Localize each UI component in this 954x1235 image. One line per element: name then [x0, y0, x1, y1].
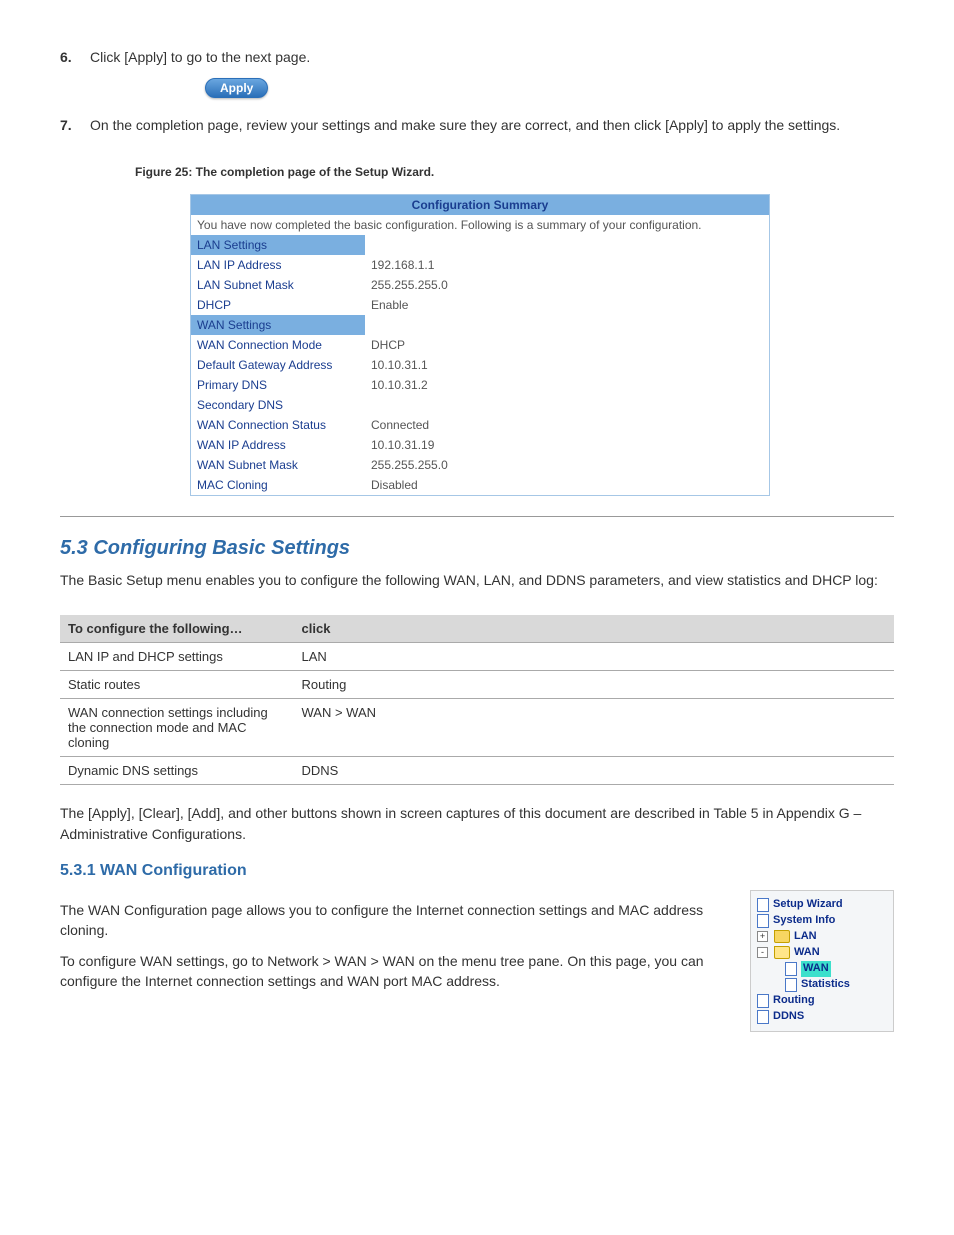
button-note: The [Apply], [Clear], [Add], and other b…	[60, 803, 894, 844]
wan-paragraph-2: To configure WAN settings, go to Network…	[60, 951, 750, 992]
mac-value: Disabled	[365, 475, 770, 496]
table-row: Dynamic DNS settingsDDNS	[60, 757, 894, 785]
page-icon	[757, 914, 769, 928]
tree-item-routing[interactable]: Routing	[757, 993, 887, 1009]
tree-item-lan[interactable]: +LAN	[757, 929, 887, 945]
step-6: 6. Click [Apply] to go to the next page.	[60, 48, 894, 68]
step-text: On the completion page, review your sett…	[90, 116, 894, 136]
tree-item-wan[interactable]: -WAN	[757, 945, 887, 961]
pdns-label: Primary DNS	[191, 375, 366, 395]
table-head-2: click	[294, 615, 894, 643]
pdns-value: 10.10.31.2	[365, 375, 770, 395]
summary-intro: You have now completed the basic configu…	[191, 215, 770, 235]
action-table: To configure the following… click LAN IP…	[60, 615, 894, 785]
step-text: Click [Apply] to go to the next page.	[90, 48, 894, 68]
folder-icon	[774, 930, 790, 943]
mac-label: MAC Cloning	[191, 475, 366, 496]
section-heading: 5.3 Configuring Basic Settings	[60, 537, 894, 560]
wan-ip-label: WAN IP Address	[191, 435, 366, 455]
dhcp-value: Enable	[365, 295, 770, 315]
section-intro: The Basic Setup menu enables you to conf…	[60, 570, 894, 590]
subsection-heading: 5.3.1 WAN Configuration	[60, 862, 894, 880]
wan-mask-value: 255.255.255.0	[365, 455, 770, 475]
wan-mask-label: WAN Subnet Mask	[191, 455, 366, 475]
wan-mode-value: DHCP	[365, 335, 770, 355]
step-number: 7.	[60, 116, 90, 136]
page-icon	[757, 1010, 769, 1024]
lan-ip-label: LAN IP Address	[191, 255, 366, 275]
tree-item-wan-sub[interactable]: WAN	[757, 961, 887, 977]
sdns-value	[365, 395, 770, 415]
tree-item-sysinfo[interactable]: System Info	[757, 913, 887, 929]
tree-item-setup[interactable]: Setup Wizard	[757, 897, 887, 913]
tree-item-statistics[interactable]: Statistics	[757, 977, 887, 993]
wan-section-header: WAN Settings	[191, 315, 366, 335]
wan-status-label: WAN Connection Status	[191, 415, 366, 435]
page-icon	[757, 898, 769, 912]
table-row: LAN IP and DHCP settingsLAN	[60, 643, 894, 671]
lan-mask-label: LAN Subnet Mask	[191, 275, 366, 295]
sdns-label: Secondary DNS	[191, 395, 366, 415]
wan-mode-label: WAN Connection Mode	[191, 335, 366, 355]
apply-button[interactable]: Apply	[205, 78, 268, 98]
collapse-icon[interactable]: -	[757, 947, 768, 958]
figure-caption: Figure 25: The completion page of the Se…	[135, 165, 894, 179]
wan-ip-value: 10.10.31.19	[365, 435, 770, 455]
nav-tree: Setup Wizard System Info +LAN -WAN WAN S…	[750, 890, 894, 1032]
gateway-value: 10.10.31.1	[365, 355, 770, 375]
wan-paragraph-1: The WAN Configuration page allows you to…	[60, 900, 750, 941]
table-row: WAN connection settings including the co…	[60, 699, 894, 757]
page-icon	[785, 978, 797, 992]
step-7: 7. On the completion page, review your s…	[60, 116, 894, 136]
folder-open-icon	[774, 946, 790, 959]
lan-mask-value: 255.255.255.0	[365, 275, 770, 295]
page-icon	[757, 994, 769, 1008]
gateway-label: Default Gateway Address	[191, 355, 366, 375]
dhcp-label: DHCP	[191, 295, 366, 315]
tree-item-ddns[interactable]: DDNS	[757, 1009, 887, 1025]
lan-ip-value: 192.168.1.1	[365, 255, 770, 275]
page-icon	[785, 962, 797, 976]
expand-icon[interactable]: +	[757, 931, 768, 942]
table-row: Static routesRouting	[60, 671, 894, 699]
summary-title: Configuration Summary	[191, 195, 770, 216]
lan-section-header: LAN Settings	[191, 235, 366, 255]
table-head-1: To configure the following…	[60, 615, 294, 643]
config-summary-table: Configuration Summary You have now compl…	[190, 194, 770, 496]
step-number: 6.	[60, 48, 90, 68]
wan-status-value: Connected	[365, 415, 770, 435]
